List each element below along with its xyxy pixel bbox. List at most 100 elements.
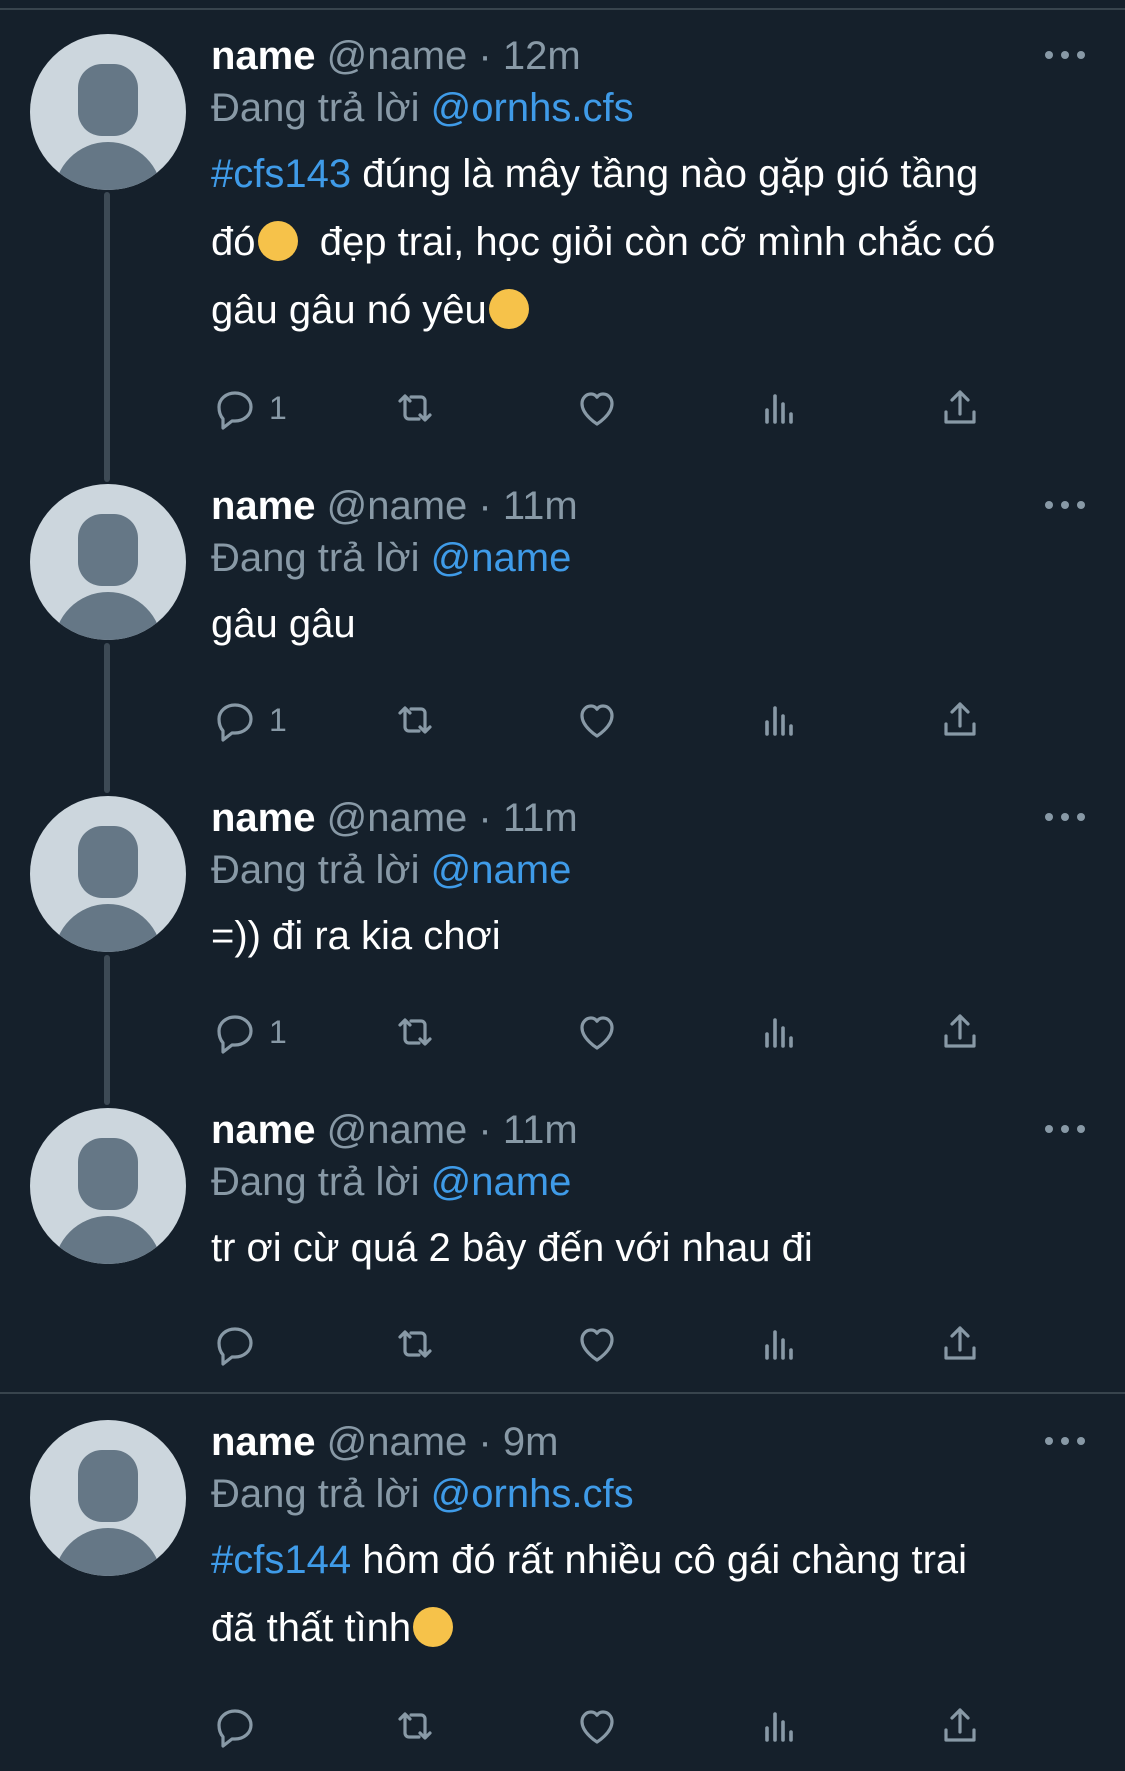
like-button[interactable] xyxy=(573,695,621,745)
hashtag[interactable]: #cfs143 xyxy=(211,152,351,196)
retweet-icon xyxy=(398,1712,432,1740)
reply-button[interactable]: 1 xyxy=(211,695,287,745)
replying-to: Đang trả lời @name xyxy=(211,1156,1085,1208)
timestamp[interactable]: 9m xyxy=(503,1420,559,1464)
like-button[interactable] xyxy=(573,1701,621,1751)
like-button[interactable] xyxy=(573,383,621,433)
display-name[interactable]: name xyxy=(211,1108,316,1152)
share-icon xyxy=(944,1014,976,1048)
tweet[interactable]: name @name · 11m Đang trả lời @name tr ơ… xyxy=(0,1074,1125,1394)
separator-dot: · xyxy=(478,34,492,78)
share-icon xyxy=(944,390,976,424)
reply-icon xyxy=(217,703,253,742)
heart-icon xyxy=(580,1328,614,1362)
reply-icon xyxy=(217,1327,253,1366)
share-button[interactable] xyxy=(936,1319,984,1369)
tweet[interactable]: name @name · 12m Đang trả lời @ornhs.cfs… xyxy=(0,0,1125,450)
reply-prefix: Đang trả lời xyxy=(211,536,420,580)
tweet-actions xyxy=(211,1319,1011,1369)
share-icon xyxy=(944,1326,976,1360)
retweet-icon xyxy=(398,1330,432,1358)
timestamp[interactable]: 12m xyxy=(503,34,581,78)
tweet-text-part: đúng là mây tầng nào gặp gió tầng xyxy=(362,152,979,196)
handle[interactable]: @name xyxy=(327,1420,468,1464)
display-name[interactable]: name xyxy=(211,484,316,528)
display-name[interactable]: name xyxy=(211,1420,316,1464)
reply-button[interactable]: 1 xyxy=(211,383,287,433)
share-button[interactable] xyxy=(936,1007,984,1057)
reply-to-mention[interactable]: @name xyxy=(431,848,572,892)
handle[interactable]: @name xyxy=(327,34,468,78)
separator-dot: · xyxy=(478,796,492,840)
reply-prefix: Đang trả lời xyxy=(211,848,420,892)
share-button[interactable] xyxy=(936,695,984,745)
reply-prefix: Đang trả lời xyxy=(211,1160,420,1204)
reply-prefix: Đang trả lời xyxy=(211,86,420,130)
reply-to-mention[interactable]: @name xyxy=(431,536,572,580)
tweet-header: name @name · 9m xyxy=(211,1416,1085,1468)
reply-to-mention[interactable]: @ornhs.cfs xyxy=(431,1472,634,1516)
replying-to: Đang trả lời @ornhs.cfs xyxy=(211,1468,1085,1520)
tweet-text: tr ơi cừ quá 2 bây đến với nhau đi xyxy=(211,1226,813,1270)
heart-icon xyxy=(580,392,614,426)
heart-icon xyxy=(580,1710,614,1744)
reply-to-mention[interactable]: @name xyxy=(431,1160,572,1204)
display-name[interactable]: name xyxy=(211,796,316,840)
tweet-text: gâu gâu xyxy=(211,602,356,646)
like-button[interactable] xyxy=(573,1319,621,1369)
avatar[interactable] xyxy=(30,1420,186,1576)
replying-to: Đang trả lời @name xyxy=(211,844,1085,896)
handle[interactable]: @name xyxy=(327,1108,468,1152)
retweet-button[interactable] xyxy=(391,695,439,745)
like-button[interactable] xyxy=(573,1007,621,1057)
avatar[interactable] xyxy=(30,34,186,190)
tweet-actions: 1 xyxy=(211,1007,1011,1057)
separator-dot: · xyxy=(478,484,492,528)
hashtag[interactable]: #cfs144 xyxy=(211,1538,351,1582)
analytics-icon xyxy=(765,1712,793,1742)
views-button[interactable] xyxy=(755,383,803,433)
handle[interactable]: @name xyxy=(327,796,468,840)
tweet-header: name @name · 11m xyxy=(211,480,1085,532)
display-name[interactable]: name xyxy=(211,34,316,78)
reply-button[interactable] xyxy=(211,1319,269,1369)
views-button[interactable] xyxy=(755,1319,803,1369)
analytics-icon xyxy=(765,706,793,736)
timestamp[interactable]: 11m xyxy=(503,484,578,528)
handle[interactable]: @name xyxy=(327,484,468,528)
reply-count: 1 xyxy=(269,1013,287,1050)
analytics-icon xyxy=(765,394,793,424)
views-button[interactable] xyxy=(755,1007,803,1057)
timestamp[interactable]: 11m xyxy=(503,1108,578,1152)
analytics-icon xyxy=(765,1330,793,1360)
tweet-header: name @name · 11m xyxy=(211,792,1085,844)
reply-icon xyxy=(217,1709,253,1748)
retweet-button[interactable] xyxy=(391,1007,439,1057)
tweet[interactable]: name @name · 11m Đang trả lời @name gâu … xyxy=(0,450,1125,762)
reply-to-mention[interactable]: @ornhs.cfs xyxy=(431,86,634,130)
retweet-button[interactable] xyxy=(391,1701,439,1751)
tweet[interactable]: name @name · 11m Đang trả lời @name =)) … xyxy=(0,762,1125,1074)
retweet-button[interactable] xyxy=(391,383,439,433)
tweet-header: name @name · 12m xyxy=(211,30,1085,82)
views-button[interactable] xyxy=(755,1701,803,1751)
share-button[interactable] xyxy=(936,383,984,433)
timestamp[interactable]: 11m xyxy=(503,796,578,840)
reply-button[interactable] xyxy=(211,1701,269,1751)
tweet-actions: 1 xyxy=(211,383,1011,433)
retweet-button[interactable] xyxy=(391,1319,439,1369)
share-icon xyxy=(944,702,976,736)
separator-dot: · xyxy=(478,1108,492,1152)
analytics-icon xyxy=(765,1018,793,1048)
pensive-face-icon xyxy=(488,289,529,329)
avatar[interactable] xyxy=(30,484,186,640)
tweet[interactable]: name @name · 9m Đang trả lời @ornhs.cfs … xyxy=(0,1386,1125,1771)
reply-button[interactable]: 1 xyxy=(211,1007,287,1057)
reply-icon xyxy=(217,391,253,430)
tweet-text-part: đẹp trai, học giỏi còn cỡ mình chắc có xyxy=(319,220,996,264)
avatar[interactable] xyxy=(30,796,186,952)
views-button[interactable] xyxy=(755,695,803,745)
avatar[interactable] xyxy=(30,1108,186,1264)
retweet-icon xyxy=(398,1018,432,1046)
share-button[interactable] xyxy=(936,1701,984,1751)
